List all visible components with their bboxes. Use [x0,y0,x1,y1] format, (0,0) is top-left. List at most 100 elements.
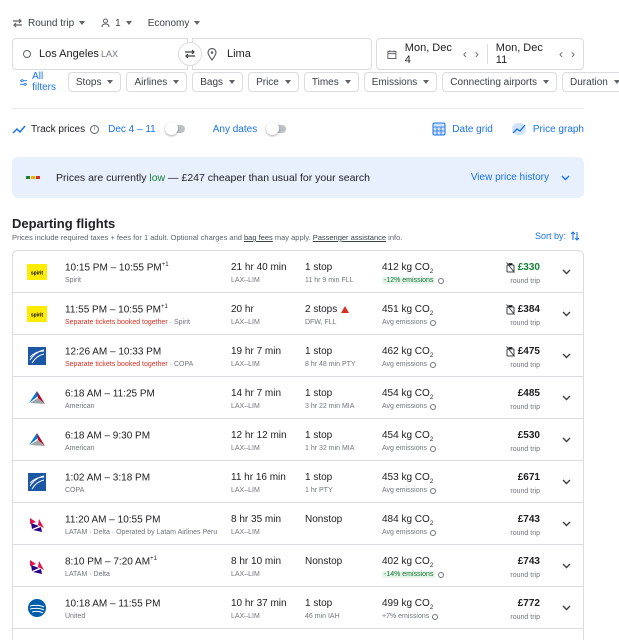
info-icon[interactable]: i [90,124,100,134]
expand-chevron-icon[interactable] [562,308,571,320]
view-price-history-button[interactable]: View price history [471,172,570,183]
passenger-assistance-link[interactable]: Passenger assistance [313,233,386,242]
sort-button[interactable]: Sort by: [535,231,580,241]
expand-chevron-icon[interactable] [562,476,571,488]
info-icon[interactable] [430,487,437,494]
info-icon[interactable] [430,361,437,368]
origin-code: LAX [100,49,118,59]
cabin-class-select[interactable]: Economy [148,18,201,29]
info-icon[interactable] [430,403,437,410]
united-logo-icon [27,598,47,618]
filter-chip-emissions[interactable]: Emissions [363,72,438,92]
filter-chip-stops[interactable]: Stops [67,72,122,92]
price-graph-button[interactable]: Price graph [511,122,584,136]
expand-chevron-icon[interactable] [562,434,571,446]
filter-chip-connecting-airports[interactable]: Connecting airports [442,72,558,92]
flight-row[interactable]: spirit 10:15 PM – 10:55 PM+1 Spirit 21 hr 4… [13,251,583,293]
info-icon[interactable] [430,445,437,452]
copa-logo-icon [27,472,47,492]
info-icon[interactable] [430,319,437,326]
round-trip-label: round trip [510,320,540,327]
chevron-right-icon[interactable]: › [475,47,479,61]
flight-row[interactable]: 6:18 AM – 9:30 PM American 12 hr 12 min LAX… [13,419,583,461]
flight-row[interactable]: 6:18 AM – 11:25 PM American 14 hr 7 min LAX… [13,377,583,419]
swap-cities-button[interactable] [178,42,202,66]
flight-row[interactable]: spirit 11:55 PM – 10:55 PM+1 Separate tick… [13,293,583,335]
airline-name: United [65,613,86,620]
price-value: £772 [517,598,540,609]
co2-subscript: 2 [429,395,434,401]
round-trip-label: round trip [510,446,540,453]
separate-tickets-note: Separate tickets booked together [65,361,168,368]
chevron-right-icon[interactable]: › [571,47,575,61]
any-dates-toggle[interactable] [266,122,287,135]
latam-logo-icon [27,556,47,576]
departure-arrival-times: 11:55 PM – 10:55 PM [65,304,161,316]
emissions-label: +7% emissions [382,613,430,620]
price-value: £530 [517,430,540,441]
departure-arrival-times: 1:02 AM – 3:18 PM [65,472,151,484]
track-prices-toggle[interactable] [164,122,185,135]
american-logo-icon [27,430,47,450]
emissions-info: Avg emissions [382,403,437,410]
expand-chevron-icon[interactable] [562,518,571,530]
layover-detail: 8 hr 48 min PTY [305,361,356,368]
flight-row[interactable]: 11:20 AM – 10:55 PM LATAM · Delta · Opera… [13,503,583,545]
return-date[interactable]: Mon, Dec 11 [496,42,551,66]
origin-field[interactable]: Los Angeles LAX [12,38,188,70]
stops-label: 2 stops [305,304,338,315]
location-pin-icon [207,48,217,61]
flight-row[interactable]: 8:10 PM – 7:20 AM+1 LATAM · Delta 8 hr 10 … [13,545,583,587]
price: £485 [518,388,540,399]
chip-label: Price [256,76,279,88]
info-icon[interactable] [432,613,439,620]
airline-info: LATAM · Delta · Operated by Latam Airlin… [65,529,217,536]
section-title: Departing flights [12,216,116,231]
next-day-indicator: +1 [150,556,157,562]
price-level-label: low [149,171,166,184]
filter-chip-times[interactable]: Times [303,72,359,92]
expand-chevron-icon[interactable] [562,392,571,404]
destination-field[interactable]: Lima [192,38,372,70]
emissions-label: Avg emissions [382,319,428,326]
stops-count: 2 stops [305,304,350,315]
emissions-label: Avg emissions [382,529,428,536]
track-prices: Track prices i Dec 4 – 11 [12,122,185,135]
sort-label: Sort by: [534,231,566,241]
co2-value: 451 kg CO [382,304,430,315]
expand-chevron-icon[interactable] [562,560,571,572]
expand-chevron-icon[interactable] [562,602,571,614]
flight-row[interactable]: 12:26 AM – 10:33 PM Separate tickets book… [13,335,583,377]
expand-chevron-icon[interactable] [562,266,571,278]
chevron-left-icon[interactable]: ‹ [559,47,563,61]
chevron-left-icon[interactable]: ‹ [463,47,467,61]
info-icon[interactable] [438,277,445,284]
flight-row[interactable]: 10:18 AM – 11:55 PM United 10 hr 37 min LAX… [13,587,583,629]
flight-row[interactable]: 1:02 AM – 3:18 PM COPA 11 hr 16 min LAX–LIM… [13,461,583,503]
stops-label: 1 stop [305,346,333,357]
filter-chip-duration[interactable]: Duration [562,72,619,92]
any-dates-label: Any dates [212,123,258,135]
filter-chip-price[interactable]: Price [248,72,299,92]
chevron-down-icon [561,175,570,180]
chip-label: Stops [75,76,102,88]
info-icon[interactable] [438,571,445,578]
all-filters-label: All filters [32,71,56,93]
filter-chip-bags[interactable]: Bags [192,72,244,92]
price-value: £384 [517,304,540,315]
flight-duration: 14 hr 7 min [231,388,282,399]
bag-fees-link[interactable]: bag fees [244,233,273,242]
airline-info: Separate tickets booked together · COPA [65,361,194,368]
emissions-info: +7% emissions [382,613,439,620]
all-filters-button[interactable]: All filters [12,71,63,93]
depart-date[interactable]: Mon, Dec 4 [405,42,455,66]
trip-type-select[interactable]: Round trip [12,18,86,29]
co2-subscript: 2 [429,437,434,443]
info-icon[interactable] [430,529,437,536]
co2-amount: 451 kg CO2 [382,304,433,317]
passengers-select[interactable]: 1 [101,18,132,29]
filter-chip-airlines[interactable]: Airlines [126,72,188,92]
stops-label: 1 stop [305,388,333,399]
expand-chevron-icon[interactable] [562,350,571,362]
date-grid-button[interactable]: Date grid [432,122,493,136]
